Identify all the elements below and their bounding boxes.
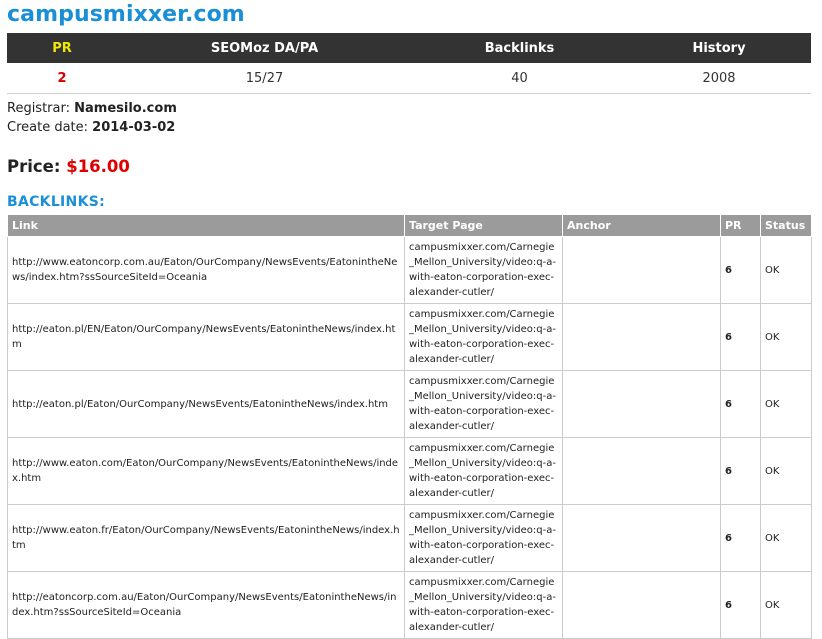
row-link[interactable]: http://eatoncorp.com.au/Eaton/OurCompany… <box>7 571 405 639</box>
backlinks-heading: BACKLINKS: <box>7 194 106 210</box>
row-pr: 6 <box>720 370 761 438</box>
row-anchor <box>562 571 721 639</box>
row-anchor <box>562 236 721 304</box>
row-link[interactable]: http://www.eaton.com/Eaton/OurCompany/Ne… <box>7 437 405 505</box>
row-status: OK <box>760 370 812 438</box>
create-date-label: Create date: <box>7 120 89 135</box>
table-row: http://eaton.pl/EN/Eaton/OurCompany/News… <box>7 303 812 371</box>
stats-table: PR SEOMoz DA/PA Backlinks History 2 15/2… <box>7 33 811 94</box>
row-anchor <box>562 504 721 572</box>
table-row: http://www.eatoncorp.com.au/Eaton/OurCom… <box>7 236 812 304</box>
row-link[interactable]: http://eaton.pl/Eaton/OurCompany/NewsEve… <box>7 370 405 438</box>
create-date-line: Create date: 2014-03-02 <box>7 120 175 135</box>
row-target: campusmixxer.com/Carnegie_Mellon_Univers… <box>404 571 563 639</box>
registrar-line: Registrar: Namesilo.com <box>7 101 177 116</box>
row-pr: 6 <box>720 236 761 304</box>
col-header-pr: PR <box>720 214 761 237</box>
row-anchor <box>562 437 721 505</box>
stats-header-backlinks: Backlinks <box>412 33 627 63</box>
row-pr: 6 <box>720 504 761 572</box>
row-link[interactable]: http://www.eatoncorp.com.au/Eaton/OurCom… <box>7 236 405 304</box>
col-header-target: Target Page <box>404 214 563 237</box>
row-target: campusmixxer.com/Carnegie_Mellon_Univers… <box>404 236 563 304</box>
stats-header-seomoz: SEOMoz DA/PA <box>117 33 412 63</box>
row-link[interactable]: http://www.eaton.fr/Eaton/OurCompany/New… <box>7 504 405 572</box>
row-target: campusmixxer.com/Carnegie_Mellon_Univers… <box>404 504 563 572</box>
create-date-value: 2014-03-02 <box>92 120 176 135</box>
row-pr: 6 <box>720 303 761 371</box>
table-row: http://www.eaton.com/Eaton/OurCompany/Ne… <box>7 437 812 505</box>
stats-value-backlinks: 40 <box>412 63 627 94</box>
price-label: Price: <box>7 157 61 176</box>
row-anchor <box>562 370 721 438</box>
row-target: campusmixxer.com/Carnegie_Mellon_Univers… <box>404 437 563 505</box>
row-target: campusmixxer.com/Carnegie_Mellon_Univers… <box>404 370 563 438</box>
table-row: http://eaton.pl/Eaton/OurCompany/NewsEve… <box>7 370 812 438</box>
row-status: OK <box>760 236 812 304</box>
row-link[interactable]: http://eaton.pl/EN/Eaton/OurCompany/News… <box>7 303 405 371</box>
stats-value-history: 2008 <box>627 63 811 94</box>
row-target: campusmixxer.com/Carnegie_Mellon_Univers… <box>404 303 563 371</box>
row-anchor <box>562 303 721 371</box>
row-status: OK <box>760 303 812 371</box>
stats-header-row: PR SEOMoz DA/PA Backlinks History <box>7 33 811 63</box>
row-status: OK <box>760 571 812 639</box>
stats-header-history: History <box>627 33 811 63</box>
row-pr: 6 <box>720 571 761 639</box>
stats-header-pr: PR <box>7 33 117 63</box>
price-amount: $16.00 <box>66 157 130 176</box>
table-row: http://www.eaton.fr/Eaton/OurCompany/New… <box>7 504 812 572</box>
col-header-link: Link <box>7 214 405 237</box>
registrar-label: Registrar: <box>7 101 70 116</box>
backlinks-table: Link Target Page Anchor PR Status http:/… <box>7 214 812 639</box>
col-header-anchor: Anchor <box>562 214 721 237</box>
backlinks-header-row: Link Target Page Anchor PR Status <box>7 214 812 237</box>
row-status: OK <box>760 437 812 505</box>
stats-value-row: 2 15/27 40 2008 <box>7 63 811 94</box>
price-line: Price: $16.00 <box>7 157 130 176</box>
site-title[interactable]: campusmixxer.com <box>7 2 245 27</box>
row-status: OK <box>760 504 812 572</box>
stats-value-pr: 2 <box>7 63 117 94</box>
col-header-status: Status <box>760 214 812 237</box>
row-pr: 6 <box>720 437 761 505</box>
stats-value-seomoz: 15/27 <box>117 63 412 94</box>
registrar-value: Namesilo.com <box>74 101 177 116</box>
table-row: http://eatoncorp.com.au/Eaton/OurCompany… <box>7 571 812 639</box>
